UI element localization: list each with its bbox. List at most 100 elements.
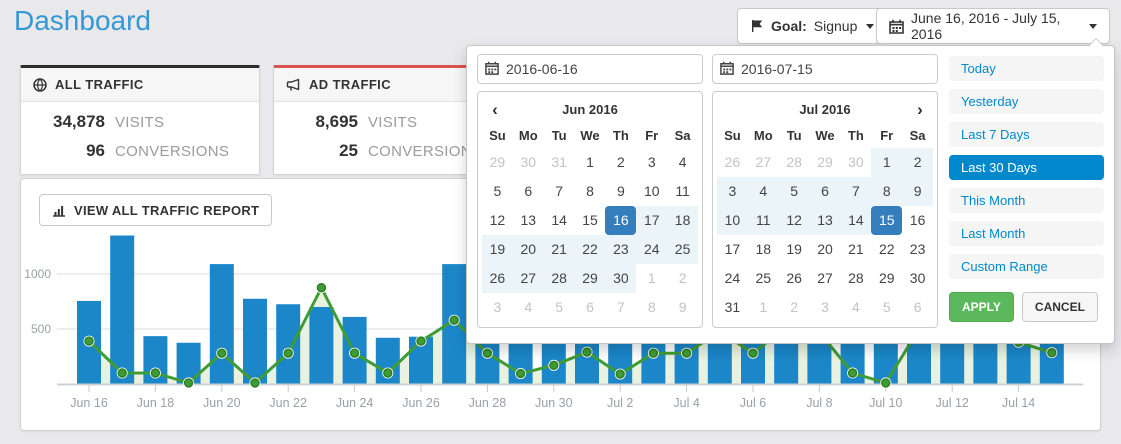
line-marker[interactable]: [450, 316, 458, 324]
calendar-day[interactable]: 13: [513, 206, 544, 235]
calendar-day[interactable]: 29: [810, 148, 841, 177]
calendar-day[interactable]: 9: [902, 177, 933, 206]
line-marker[interactable]: [749, 349, 757, 357]
calendar-day[interactable]: 15: [871, 206, 902, 235]
calendar-day[interactable]: 5: [544, 293, 575, 322]
calendar-day[interactable]: 20: [810, 235, 841, 264]
calendar-day[interactable]: 28: [779, 148, 810, 177]
calendar-day[interactable]: 8: [636, 293, 667, 322]
calendar-day[interactable]: 4: [513, 293, 544, 322]
calendar-day[interactable]: 6: [575, 293, 606, 322]
calendar-day[interactable]: 30: [902, 264, 933, 293]
goal-dropdown-button[interactable]: Goal: Signup: [737, 8, 887, 44]
calendar-day[interactable]: 22: [575, 235, 606, 264]
line-marker[interactable]: [849, 369, 857, 377]
calendar-day[interactable]: 29: [871, 264, 902, 293]
calendar-day[interactable]: 2: [667, 264, 698, 293]
calendar-day[interactable]: 15: [575, 206, 606, 235]
calendar-day[interactable]: 30: [605, 264, 636, 293]
calendar-day[interactable]: 2: [605, 148, 636, 177]
calendar-day[interactable]: 8: [575, 177, 606, 206]
line-marker[interactable]: [384, 369, 392, 377]
line-marker[interactable]: [616, 370, 624, 378]
calendar-day[interactable]: 3: [810, 293, 841, 322]
calendar-day[interactable]: 18: [667, 206, 698, 235]
calendar-day[interactable]: 5: [482, 177, 513, 206]
calendar-day[interactable]: 7: [840, 177, 871, 206]
date-range-button[interactable]: June 16, 2016 - July 15, 2016: [876, 8, 1110, 44]
calendar-day[interactable]: 5: [779, 177, 810, 206]
calendar-day[interactable]: 9: [667, 293, 698, 322]
calendar-day[interactable]: 12: [482, 206, 513, 235]
line-marker[interactable]: [550, 361, 558, 369]
preset-range-item[interactable]: Last 7 Days: [949, 122, 1104, 147]
line-marker[interactable]: [683, 349, 691, 357]
prev-month-icon[interactable]: ‹: [484, 96, 506, 124]
calendar-day[interactable]: 6: [810, 177, 841, 206]
calendar-day[interactable]: 6: [513, 177, 544, 206]
visits-bar[interactable]: [210, 264, 234, 384]
line-marker[interactable]: [185, 379, 193, 387]
visits-bar[interactable]: [309, 307, 333, 384]
calendar-day[interactable]: 28: [840, 264, 871, 293]
line-marker[interactable]: [251, 379, 259, 387]
calendar-day[interactable]: 16: [605, 206, 636, 235]
calendar-day[interactable]: 11: [667, 177, 698, 206]
calendar-day[interactable]: 14: [544, 206, 575, 235]
calendar-day[interactable]: 1: [748, 293, 779, 322]
calendar-day[interactable]: 2: [779, 293, 810, 322]
calendar-day[interactable]: 5: [871, 293, 902, 322]
start-date-input[interactable]: [477, 54, 703, 84]
calendar-day[interactable]: 10: [717, 206, 748, 235]
line-marker[interactable]: [118, 369, 126, 377]
visits-bar[interactable]: [243, 299, 267, 384]
calendar-day[interactable]: 23: [902, 235, 933, 264]
calendar-day[interactable]: 21: [840, 235, 871, 264]
line-marker[interactable]: [317, 284, 325, 292]
calendar-day[interactable]: 3: [717, 177, 748, 206]
calendar-day[interactable]: 27: [513, 264, 544, 293]
calendar-day[interactable]: 25: [748, 264, 779, 293]
calendar-day[interactable]: 30: [513, 148, 544, 177]
line-marker[interactable]: [483, 349, 491, 357]
calendar-day[interactable]: 17: [717, 235, 748, 264]
preset-range-item[interactable]: This Month: [949, 188, 1104, 213]
line-marker[interactable]: [151, 369, 159, 377]
calendar-day[interactable]: 26: [779, 264, 810, 293]
preset-range-item[interactable]: Last 30 Days: [949, 155, 1104, 180]
calendar-day[interactable]: 25: [667, 235, 698, 264]
calendar-day[interactable]: 9: [605, 177, 636, 206]
calendar-day[interactable]: 4: [840, 293, 871, 322]
line-marker[interactable]: [517, 370, 525, 378]
calendar-day[interactable]: 6: [902, 293, 933, 322]
line-marker[interactable]: [882, 379, 890, 387]
calendar-day[interactable]: 26: [717, 148, 748, 177]
end-date-input[interactable]: [712, 54, 938, 84]
visits-bar[interactable]: [110, 236, 134, 385]
calendar-day[interactable]: 11: [748, 206, 779, 235]
next-month-icon[interactable]: ›: [909, 96, 931, 124]
calendar-day[interactable]: 7: [544, 177, 575, 206]
calendar-day[interactable]: 8: [871, 177, 902, 206]
calendar-day[interactable]: 7: [605, 293, 636, 322]
line-marker[interactable]: [417, 337, 425, 345]
calendar-day[interactable]: 21: [544, 235, 575, 264]
cancel-button[interactable]: CANCEL: [1022, 292, 1098, 322]
calendar-day[interactable]: 16: [902, 206, 933, 235]
line-marker[interactable]: [85, 337, 93, 345]
line-marker[interactable]: [218, 349, 226, 357]
calendar-day[interactable]: 4: [748, 177, 779, 206]
calendar-day[interactable]: 30: [840, 148, 871, 177]
calendar-day[interactable]: 24: [636, 235, 667, 264]
calendar-day[interactable]: 14: [840, 206, 871, 235]
preset-range-item[interactable]: Custom Range: [949, 254, 1104, 279]
calendar-day[interactable]: 27: [748, 148, 779, 177]
calendar-day[interactable]: 2: [902, 148, 933, 177]
calendar-day[interactable]: 23: [605, 235, 636, 264]
calendar-day[interactable]: 22: [871, 235, 902, 264]
calendar-day[interactable]: 31: [717, 293, 748, 322]
calendar-day[interactable]: 12: [779, 206, 810, 235]
visits-bar[interactable]: [276, 304, 300, 384]
line-marker[interactable]: [284, 349, 292, 357]
calendar-day[interactable]: 28: [544, 264, 575, 293]
